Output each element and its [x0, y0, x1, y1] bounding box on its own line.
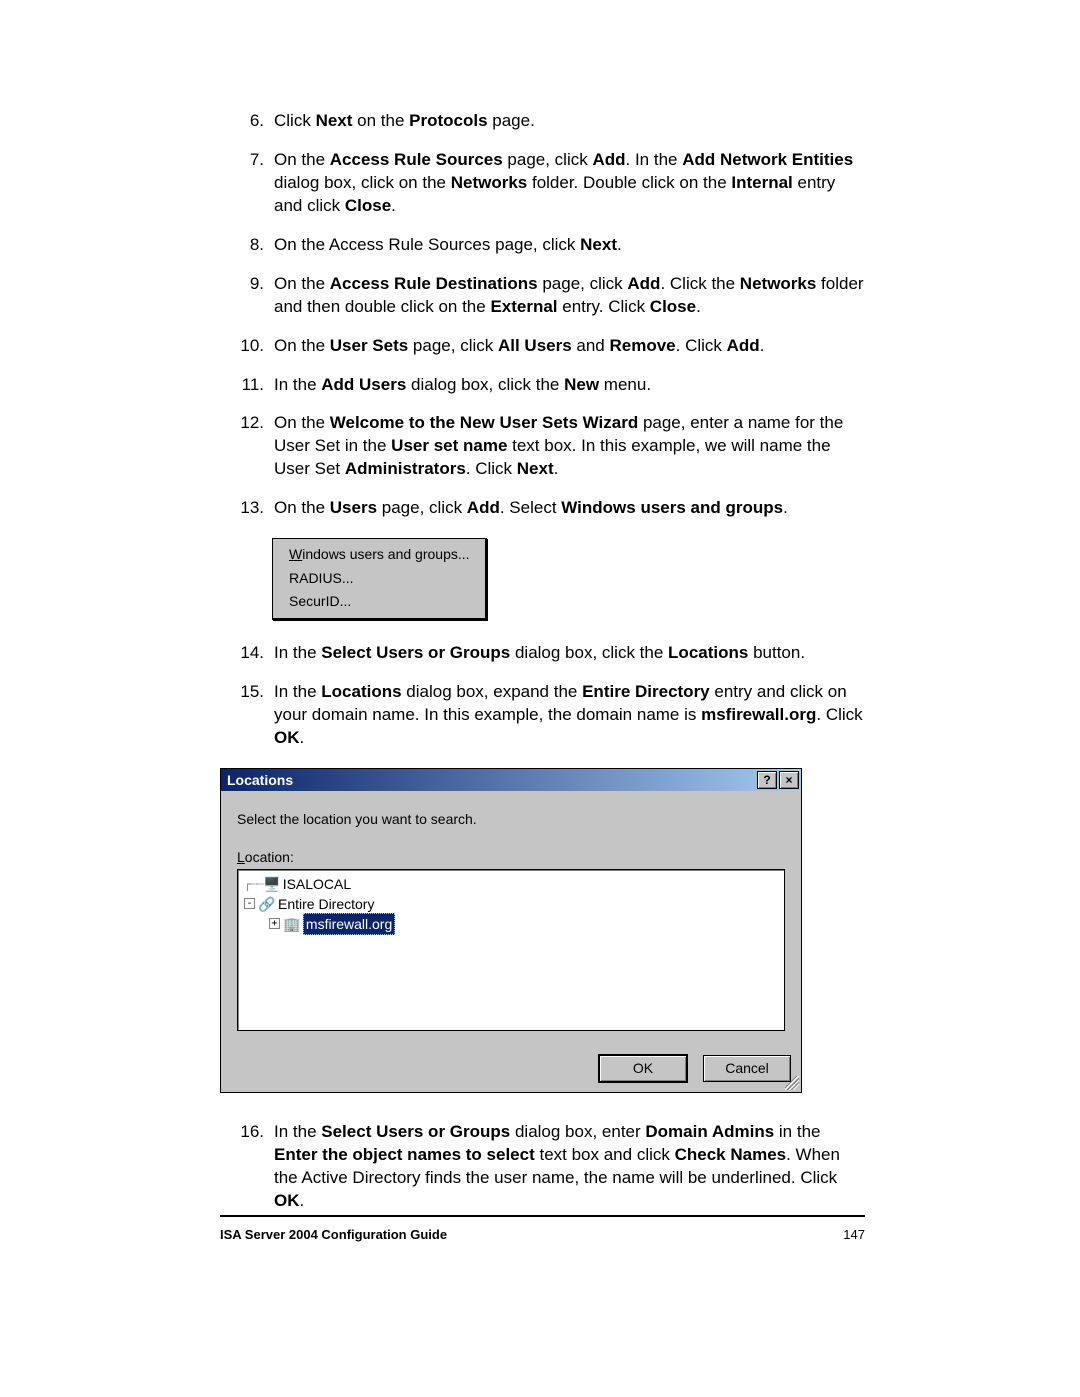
collapse-icon[interactable]: - [244, 898, 255, 909]
expand-icon[interactable]: + [269, 918, 280, 929]
instruction-list-2: 14.In the Select Users or Groups dialog … [220, 642, 865, 750]
step-number: 12. [220, 412, 274, 481]
step-body: In the Add Users dialog box, click the N… [274, 374, 865, 397]
step-body: On the Access Rule Sources page, click N… [274, 234, 865, 257]
help-icon[interactable]: ? [757, 771, 777, 789]
step-number: 13. [220, 497, 274, 520]
dialog-body: Select the location you want to search. … [221, 791, 801, 1039]
dialog-titlebar: Locations ? × [221, 769, 801, 791]
menu-item-label: indows users and groups... [302, 546, 469, 562]
step-body: On the Users page, click Add. Select Win… [274, 497, 865, 520]
instruction-step: 12.On the Welcome to the New User Sets W… [220, 412, 865, 481]
step-number: 9. [220, 273, 274, 319]
dialog-button-row: OK Cancel [221, 1039, 801, 1092]
page-footer: ISA Server 2004 Configuration Guide 147 [220, 1215, 865, 1242]
menu-item-securid[interactable]: SecurID... [273, 590, 485, 614]
step-body: On the Access Rule Sources page, click A… [274, 149, 865, 218]
instruction-step: 10.On the User Sets page, click All User… [220, 335, 865, 358]
tree-node-entire-directory[interactable]: - 🔗 Entire Directory [244, 894, 778, 914]
instruction-step: 8.On the Access Rule Sources page, click… [220, 234, 865, 257]
instruction-step: 9.On the Access Rule Destinations page, … [220, 273, 865, 319]
page-number: 147 [843, 1227, 865, 1242]
instruction-step: 13.On the Users page, click Add. Select … [220, 497, 865, 520]
document-page: 6.Click Next on the Protocols page.7.On … [0, 0, 1080, 1397]
menu-item-radius[interactable]: RADIUS... [273, 567, 485, 591]
step-number: 8. [220, 234, 274, 257]
location-tree[interactable]: ┌┈┈ 🖥️ ISALOCAL - 🔗 Entire Directory + 🏢… [237, 869, 785, 1031]
step-body: In the Select Users or Groups dialog box… [274, 1121, 865, 1213]
instruction-list-1: 6.Click Next on the Protocols page.7.On … [220, 110, 865, 520]
step-number: 7. [220, 149, 274, 218]
instruction-step: 15.In the Locations dialog box, expand t… [220, 681, 865, 750]
instruction-step: 16.In the Select Users or Groups dialog … [220, 1121, 865, 1213]
directory-icon: 🔗 [258, 894, 276, 914]
step-body: On the Welcome to the New User Sets Wiza… [274, 412, 865, 481]
instruction-step: 11.In the Add Users dialog box, click th… [220, 374, 865, 397]
menu-item-windows-users[interactable]: Windows users and groups... [273, 543, 485, 567]
step-number: 14. [220, 642, 274, 665]
menu-item-accel: W [289, 546, 302, 562]
dialog-title: Locations [227, 772, 293, 788]
step-body: In the Select Users or Groups dialog box… [274, 642, 865, 665]
step-number: 15. [220, 681, 274, 750]
tree-node-isalocal[interactable]: ┌┈┈ 🖥️ ISALOCAL [244, 874, 778, 894]
instruction-step: 14.In the Select Users or Groups dialog … [220, 642, 865, 665]
step-body: Click Next on the Protocols page. [274, 110, 865, 133]
cancel-button[interactable]: Cancel [703, 1055, 791, 1082]
domain-icon: 🏢 [283, 914, 301, 934]
context-menu-screenshot: Windows users and groups... RADIUS... Se… [272, 538, 487, 620]
step-number: 6. [220, 110, 274, 133]
locations-dialog: Locations ? × Select the location you wa… [220, 768, 802, 1093]
close-icon[interactable]: × [779, 771, 799, 789]
step-body: In the Locations dialog box, expand the … [274, 681, 865, 750]
computer-icon: 🖥️ [263, 874, 281, 894]
location-field-label: Location: [237, 849, 785, 865]
step-body: On the User Sets page, click All Users a… [274, 335, 865, 358]
step-body: On the Access Rule Destinations page, cl… [274, 273, 865, 319]
step-number: 10. [220, 335, 274, 358]
footer-title: ISA Server 2004 Configuration Guide [220, 1227, 447, 1242]
step-number: 16. [220, 1121, 274, 1213]
instruction-step: 6.Click Next on the Protocols page. [220, 110, 865, 133]
instruction-step: 7.On the Access Rule Sources page, click… [220, 149, 865, 218]
step-number: 11. [220, 374, 274, 397]
tree-node-msfirewall[interactable]: + 🏢 msfirewall.org [244, 914, 778, 934]
resize-grip-icon[interactable] [785, 1076, 799, 1090]
ok-button[interactable]: OK [599, 1055, 687, 1082]
dialog-prompt: Select the location you want to search. [237, 811, 785, 827]
instruction-list-3: 16.In the Select Users or Groups dialog … [220, 1121, 865, 1213]
